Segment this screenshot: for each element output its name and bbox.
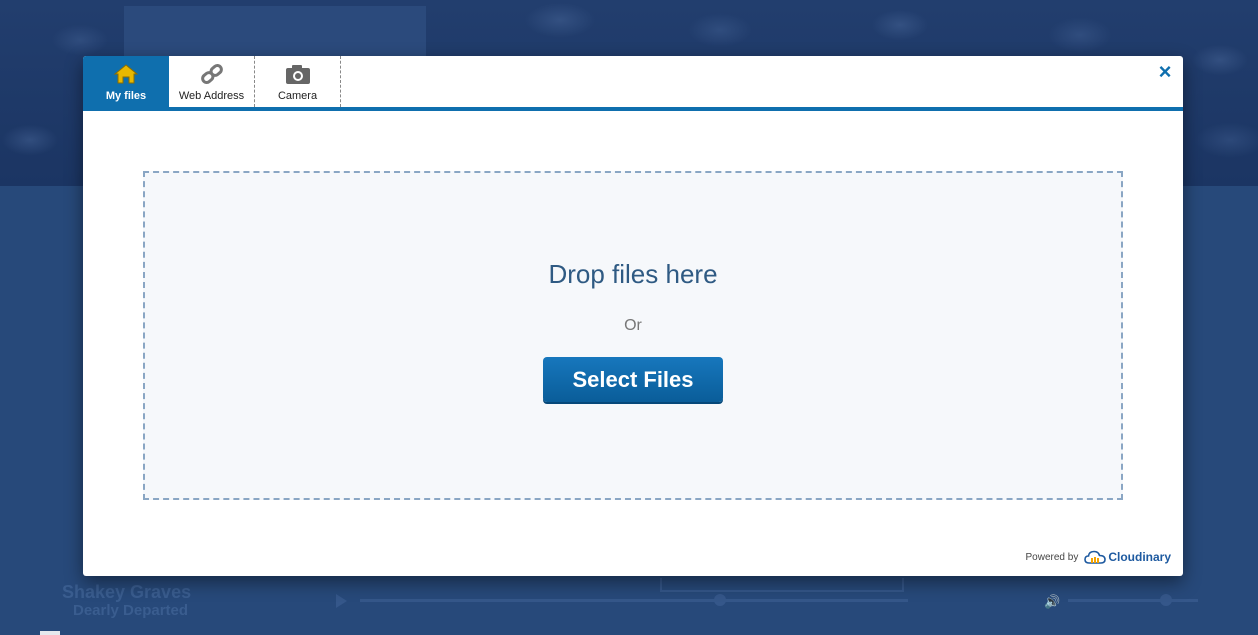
background-panel — [124, 6, 426, 56]
link-icon — [201, 64, 223, 84]
tab-web-address[interactable]: Web Address — [169, 56, 255, 107]
drop-zone[interactable]: Drop files here Or Select Files — [143, 171, 1123, 500]
background-corner — [40, 631, 60, 635]
or-text: Or — [624, 317, 642, 334]
close-icon[interactable]: × — [1155, 61, 1175, 83]
camera-icon — [286, 65, 310, 84]
background-frame — [660, 578, 904, 592]
powered-by-text: Powered by — [1025, 551, 1079, 563]
tab-my-files[interactable]: My files — [83, 56, 169, 107]
home-icon — [113, 64, 139, 84]
tab-label: Camera — [277, 90, 318, 102]
tab-label: Web Address — [178, 90, 245, 102]
upload-modal: My files Web Address Camera × Drop files… — [83, 56, 1183, 576]
progress-knob[interactable] — [714, 594, 726, 606]
powered-by[interactable]: Powered by Cloudinary — [1026, 547, 1171, 567]
volume-knob[interactable] — [1160, 594, 1172, 606]
tab-camera[interactable]: Camera — [255, 56, 341, 107]
player-artist: Shakey Graves — [62, 582, 192, 602]
cloudinary-brand: Cloudinary — [1108, 550, 1171, 564]
player-song-title: Dearly Departed — [73, 602, 189, 619]
volume-icon[interactable]: 🔊 — [1044, 594, 1060, 609]
volume-track[interactable] — [1068, 599, 1198, 602]
play-icon[interactable] — [336, 594, 347, 608]
cloudinary-logo-icon — [1084, 550, 1107, 564]
tab-bar: My files Web Address Camera — [83, 56, 1183, 111]
progress-track[interactable] — [360, 599, 908, 602]
select-files-button[interactable]: Select Files — [543, 357, 723, 402]
tab-label: My files — [105, 90, 147, 102]
drop-title: Drop files here — [548, 259, 718, 289]
